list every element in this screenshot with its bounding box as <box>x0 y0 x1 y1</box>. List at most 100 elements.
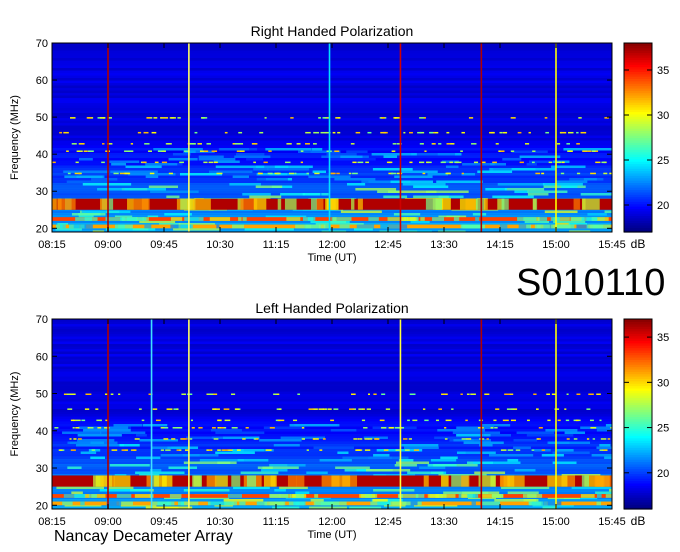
speckle <box>580 426 612 429</box>
noise-row <box>52 118 612 121</box>
harmonic-dot <box>470 393 476 396</box>
harmonic-dot <box>160 117 163 119</box>
noise-row <box>52 93 612 96</box>
harmonic-dot <box>531 449 535 451</box>
noise-row <box>52 80 612 84</box>
harmonic-dot <box>446 131 450 134</box>
band-gap <box>581 217 598 221</box>
harmonic-dot <box>113 172 119 175</box>
speckle <box>452 431 501 434</box>
noise-row <box>52 396 612 400</box>
band-gap <box>550 224 571 229</box>
speckle <box>563 148 612 151</box>
band-gap <box>523 494 543 498</box>
harmonic-dot <box>151 131 157 134</box>
band-gap <box>593 224 611 229</box>
harmonic-dot <box>101 161 105 164</box>
harmonic-dot <box>451 408 454 410</box>
harmonic-dot <box>355 449 361 451</box>
harmonic-dot <box>332 131 336 134</box>
harmonic-dot <box>502 131 508 134</box>
harmonic-dot <box>319 449 323 451</box>
speckle <box>111 163 127 166</box>
harmonic-dot <box>507 449 514 451</box>
noise-row <box>52 404 612 407</box>
harmonic-dot <box>500 150 505 152</box>
harmonic-dot <box>590 172 596 175</box>
speckle <box>383 195 408 198</box>
harmonic-dot <box>381 427 387 429</box>
speckle <box>516 431 555 434</box>
harmonic-dot <box>71 143 77 145</box>
harmonic-dot <box>179 161 184 164</box>
harmonic-dot <box>531 161 535 164</box>
harmonic-dot <box>95 408 99 410</box>
noise-row <box>52 98 612 101</box>
harmonic-dot <box>123 172 130 175</box>
band-gap <box>368 217 379 221</box>
speckle <box>474 471 506 474</box>
harmonic-dot <box>224 131 228 134</box>
harmonic-dot <box>510 419 516 422</box>
harmonic-dot <box>515 449 521 451</box>
speckle <box>492 195 534 198</box>
harmonic-dot <box>69 393 76 396</box>
noise-row <box>52 50 612 54</box>
harmonic-dot <box>153 117 158 119</box>
band-gap <box>231 475 241 487</box>
harmonic-dot <box>208 161 214 164</box>
harmonic-dot <box>81 419 86 422</box>
harmonic-dot <box>242 438 246 440</box>
speckle <box>167 446 199 449</box>
speckle <box>223 499 264 502</box>
x-tick-label: 12:45 <box>374 516 402 528</box>
harmonic-dot <box>337 131 341 134</box>
harmonic-dot <box>259 131 264 134</box>
harmonic-dot <box>602 449 608 451</box>
speckle <box>289 424 340 427</box>
speckle <box>110 170 158 173</box>
harmonic-dot <box>300 150 304 152</box>
speckle <box>135 471 185 474</box>
harmonic-dot <box>77 438 82 440</box>
harmonic-dot <box>586 408 591 410</box>
noise-row <box>52 374 612 377</box>
band-gap <box>227 494 242 498</box>
speckle <box>485 188 507 191</box>
noise-row <box>52 105 612 109</box>
harmonic-dot <box>408 438 412 440</box>
speckle <box>413 185 449 188</box>
noise-row <box>52 110 612 114</box>
speckle <box>427 173 448 176</box>
x-tick-label: 12:00 <box>318 516 346 528</box>
noise-row <box>52 324 612 327</box>
speckle <box>419 466 446 469</box>
noise-row <box>52 414 612 417</box>
speckle <box>142 424 168 427</box>
harmonic-dot <box>73 438 77 440</box>
harmonic-dot <box>465 419 468 422</box>
speckle <box>119 444 140 447</box>
harmonic-dot <box>422 408 426 410</box>
harmonic-dot <box>394 117 400 119</box>
noise-row <box>52 73 612 76</box>
harmonic-dot <box>75 161 79 164</box>
harmonic-dot <box>154 161 159 164</box>
band-gap <box>503 475 515 487</box>
speckle <box>330 429 357 432</box>
harmonic-dot <box>510 117 516 119</box>
speckle <box>463 441 504 444</box>
harmonic-dot <box>217 419 222 422</box>
harmonic-dot <box>358 408 364 410</box>
speckle <box>472 213 487 216</box>
harmonic-dot <box>566 393 569 396</box>
harmonic-dot <box>547 419 551 422</box>
harmonic-dot <box>603 172 608 175</box>
band-gap <box>491 494 504 498</box>
band-gap <box>170 224 179 229</box>
harmonic-dot <box>350 393 356 396</box>
noise-row <box>52 120 612 124</box>
noise-row <box>52 60 612 64</box>
noise-row <box>52 426 612 430</box>
harmonic-dot <box>363 427 368 429</box>
